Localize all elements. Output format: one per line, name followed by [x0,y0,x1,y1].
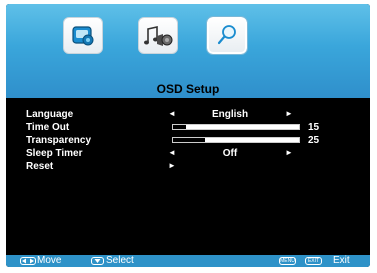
arrow-left-icon[interactable]: ◄ [168,148,176,157]
down-key-icon [91,257,104,265]
arrow-left-icon[interactable]: ◄ [168,109,176,118]
slider-fill [173,138,205,142]
menu-item-reset[interactable]: Reset ► [8,161,366,174]
left-right-key-icon [20,257,36,265]
menu-item-time-out[interactable]: Time Out 15 [8,122,366,135]
menu-item-language[interactable]: Language ◄ English ► [8,109,366,122]
page-title: OSD Setup [156,82,220,96]
menu-key-icon: MENU [279,257,296,265]
picture-icon [72,26,94,46]
menu-item-label: Sleep Timer [26,148,83,159]
time-out-slider[interactable] [172,124,300,130]
arrow-right-icon[interactable]: ► [168,161,176,170]
menu-item-label: Transparency [26,135,92,146]
move-hint: Move [37,255,62,266]
music-note-speaker-icon [144,26,173,46]
key-hint-bar: Move Select MENU EXIT Exit [6,255,370,267]
exit-hint: Exit [333,255,350,266]
settings-panel: Language ◄ English ► Time Out 15 Transpa… [8,100,366,252]
menu-item-label: Time Out [26,122,70,133]
exit-key-icon: EXIT [305,257,322,265]
tab-picture[interactable] [63,17,103,54]
magnifier-icon [217,25,236,45]
select-hint: Select [106,255,134,266]
osd-window: OSD Setup Language ◄ English ► Time Out … [6,4,370,267]
menu-item-sleep-timer[interactable]: Sleep Timer ◄ Off ► [8,148,366,161]
transparency-slider[interactable] [172,137,300,143]
osd-tab-bar: OSD Setup [6,4,370,98]
arrow-right-icon[interactable]: ► [285,109,293,118]
tab-audio[interactable] [138,17,178,54]
menu-item-label: Language [26,109,74,120]
menu-item-label: Reset [26,161,54,172]
menu-item-transparency[interactable]: Transparency 25 [8,135,366,148]
language-value: English [211,109,249,120]
transparency-value: 25 [308,135,320,146]
slider-fill [173,125,186,129]
arrow-right-icon[interactable]: ► [285,148,293,157]
time-out-value: 15 [308,122,320,133]
tab-osd-setup[interactable] [206,16,248,55]
sleep-timer-value: Off [222,148,238,159]
